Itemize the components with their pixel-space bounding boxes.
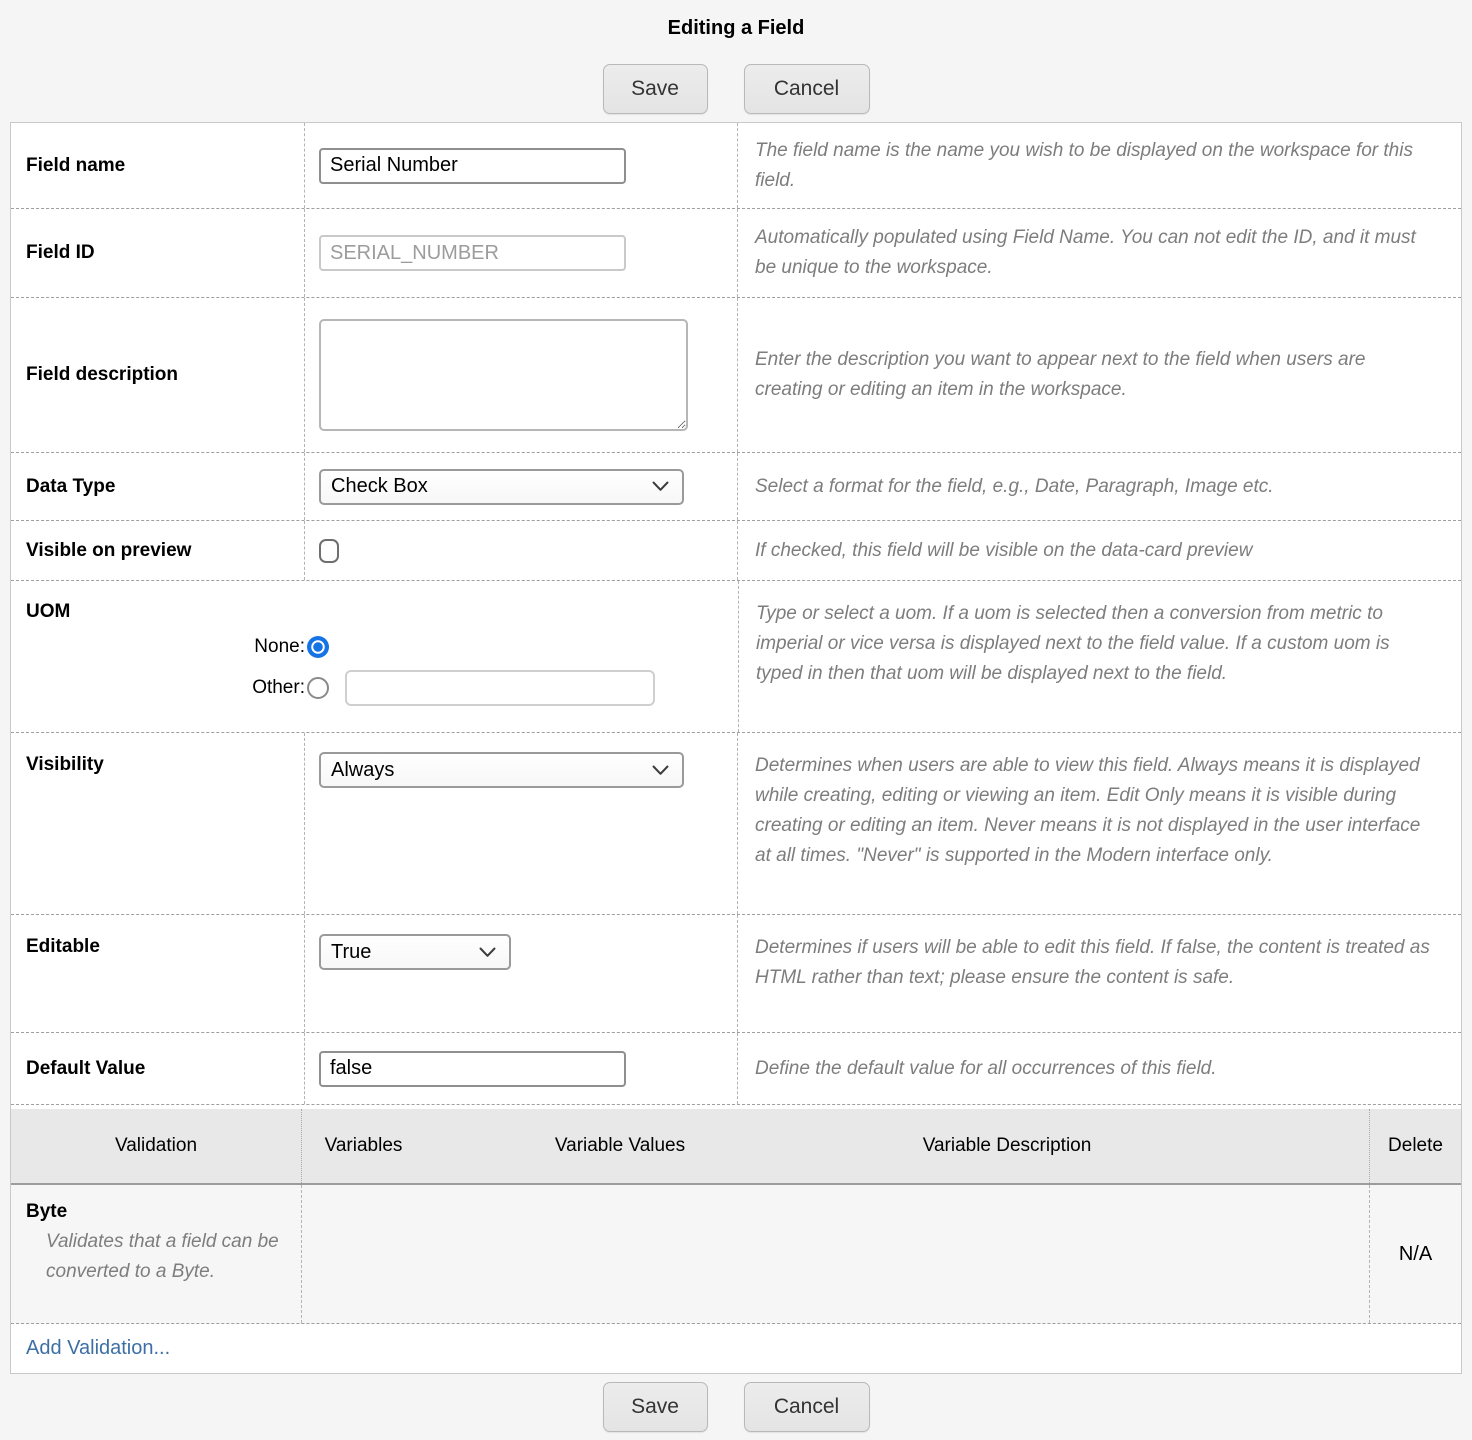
uom-none-radio[interactable]: [307, 636, 329, 658]
variable-values-header-cell: Variable Values: [425, 1109, 815, 1183]
field-description-description: Enter the description you want to appear…: [738, 298, 1461, 452]
visibility-label: Visibility: [11, 733, 304, 914]
row-uom: UOM None: Other: Type or select a uom. I…: [11, 580, 1461, 732]
chevron-down-icon: [652, 481, 669, 492]
editable-select-value: True: [331, 941, 371, 964]
uom-none-label: None:: [11, 636, 307, 658]
uom-other-input[interactable]: [345, 670, 655, 706]
top-button-row: Save Cancel: [0, 64, 1472, 114]
uom-other-label: Other:: [11, 677, 307, 699]
row-field-description: Field description Enter the description …: [11, 297, 1461, 452]
cancel-button-bottom[interactable]: Cancel: [744, 1382, 870, 1432]
validation-name-cell: Byte Validates that a field can be conve…: [11, 1185, 301, 1323]
validation-description: Validates that a field can be converted …: [46, 1227, 281, 1287]
visible-on-preview-checkbox[interactable]: [319, 539, 339, 563]
field-description-textarea[interactable]: [319, 319, 688, 431]
row-visible-on-preview: Visible on preview If checked, this fiel…: [11, 520, 1461, 580]
field-description-label: Field description: [11, 298, 304, 452]
page-title: Editing a Field: [0, 0, 1472, 40]
validation-variables-cell: [301, 1185, 1369, 1323]
field-name-label: Field name: [11, 123, 304, 208]
visible-on-preview-label: Visible on preview: [11, 521, 304, 580]
uom-other-radio[interactable]: [307, 677, 329, 699]
cancel-button-top[interactable]: Cancel: [744, 64, 870, 114]
field-id-input: [319, 235, 626, 271]
visibility-select-value: Always: [331, 759, 394, 782]
field-id-description: Automatically populated using Field Name…: [738, 209, 1461, 297]
validation-table-header: Validation Variables Variable Values Var…: [11, 1109, 1461, 1185]
validation-header-cell: Validation: [11, 1109, 301, 1183]
field-id-label: Field ID: [11, 209, 304, 297]
chevron-down-icon: [652, 765, 669, 776]
default-value-description: Define the default value for all occurre…: [738, 1033, 1461, 1104]
default-value-input[interactable]: [319, 1051, 626, 1087]
validation-name: Byte: [26, 1201, 301, 1223]
default-value-label: Default Value: [11, 1033, 304, 1104]
row-visibility: Visibility Always Determines when users …: [11, 732, 1461, 914]
field-editor-form: Field name The field name is the name yo…: [10, 122, 1462, 1374]
editable-label: Editable: [11, 915, 304, 1032]
form-rows: Field name The field name is the name yo…: [11, 123, 1461, 1105]
field-name-input[interactable]: [319, 148, 626, 184]
row-editable: Editable True Determines if users will b…: [11, 914, 1461, 1032]
visible-on-preview-description: If checked, this field will be visible o…: [738, 521, 1461, 580]
save-button-bottom[interactable]: Save: [603, 1382, 708, 1432]
chevron-down-icon: [479, 947, 496, 958]
add-validation-link[interactable]: Add Validation...: [26, 1337, 170, 1360]
visibility-description: Determines when users are able to view t…: [738, 733, 1461, 914]
bottom-button-row: Save Cancel: [0, 1382, 1472, 1432]
uom-options: None: Other:: [11, 636, 738, 706]
data-type-description: Select a format for the field, e.g., Dat…: [738, 453, 1461, 520]
editable-description: Determines if users will be able to edit…: [738, 915, 1461, 1032]
data-type-select-value: Check Box: [331, 475, 428, 498]
validation-row-byte: Byte Validates that a field can be conve…: [11, 1185, 1461, 1324]
visibility-select[interactable]: Always: [319, 752, 684, 788]
field-name-description: The field name is the name you wish to b…: [738, 123, 1461, 208]
uom-cell: UOM None: Other:: [11, 581, 738, 732]
uom-description: Type or select a uom. If a uom is select…: [738, 581, 1461, 732]
row-field-id: Field ID Automatically populated using F…: [11, 208, 1461, 297]
variables-header-cell: Variables: [301, 1109, 425, 1183]
row-data-type: Data Type Check Box Select a format for …: [11, 452, 1461, 520]
add-validation-row: Add Validation...: [11, 1324, 1461, 1373]
row-field-name: Field name The field name is the name yo…: [11, 123, 1461, 208]
editable-select[interactable]: True: [319, 934, 511, 970]
variable-description-header-cell: Variable Description: [815, 1109, 1369, 1183]
data-type-select[interactable]: Check Box: [319, 469, 684, 505]
data-type-label: Data Type: [11, 453, 304, 520]
validation-delete-cell: N/A: [1369, 1185, 1461, 1323]
row-default-value: Default Value Define the default value f…: [11, 1032, 1461, 1104]
delete-header-cell: Delete: [1369, 1109, 1461, 1183]
uom-label: UOM: [11, 601, 738, 623]
save-button-top[interactable]: Save: [603, 64, 708, 114]
